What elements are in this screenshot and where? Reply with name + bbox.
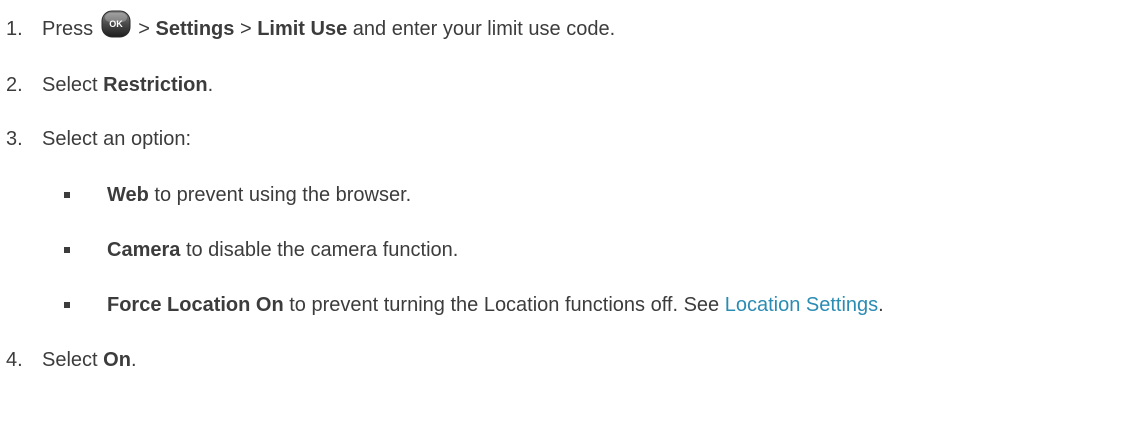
step-post: and enter your limit use code.: [347, 18, 616, 40]
option-desc: to disable the camera function.: [180, 239, 459, 261]
step-text: Select an option:: [42, 128, 191, 150]
step-text: Select Restriction.: [42, 70, 213, 100]
step-number: 4.: [6, 349, 23, 371]
step-text: Select On.: [42, 345, 137, 375]
step-pre: Select: [42, 74, 104, 96]
option-text: Force Location On to prevent turning the…: [107, 290, 884, 320]
option-text: Camera to disable the camera function.: [107, 235, 458, 265]
step-number: 1.: [6, 18, 23, 40]
step-sep: >: [132, 18, 156, 40]
bullet-icon: [64, 247, 70, 253]
step-post: .: [207, 74, 214, 96]
step-pre: Press: [42, 18, 94, 40]
option-desc: to prevent turning the Location function…: [283, 294, 725, 316]
step-pre: Select: [42, 349, 104, 371]
option-end: .: [878, 294, 884, 316]
location-settings-link[interactable]: Location Settings: [725, 294, 878, 316]
option-desc: to prevent using the browser.: [148, 184, 412, 206]
step-post: .: [130, 349, 137, 371]
bullet-icon: [64, 302, 70, 308]
option-name: Force Location On: [107, 294, 284, 316]
ok-key-icon: OK: [101, 10, 131, 38]
option-name: Camera: [107, 239, 181, 261]
settings-menu-label: Settings: [155, 18, 235, 40]
option-name: Web: [107, 184, 149, 206]
restriction-label: Restriction: [103, 74, 208, 96]
step-number: 3.: [6, 128, 23, 150]
on-label: On: [103, 349, 131, 371]
ok-key-label: OK: [109, 19, 123, 29]
step-text: Press OK > Settings > Limit Use and ente…: [42, 10, 616, 44]
option-text: Web to prevent using the browser.: [107, 180, 411, 210]
bullet-icon: [64, 192, 70, 198]
limit-use-menu-label: Limit Use: [257, 18, 348, 40]
step-number: 2.: [6, 74, 23, 96]
step-sep: >: [234, 18, 258, 40]
